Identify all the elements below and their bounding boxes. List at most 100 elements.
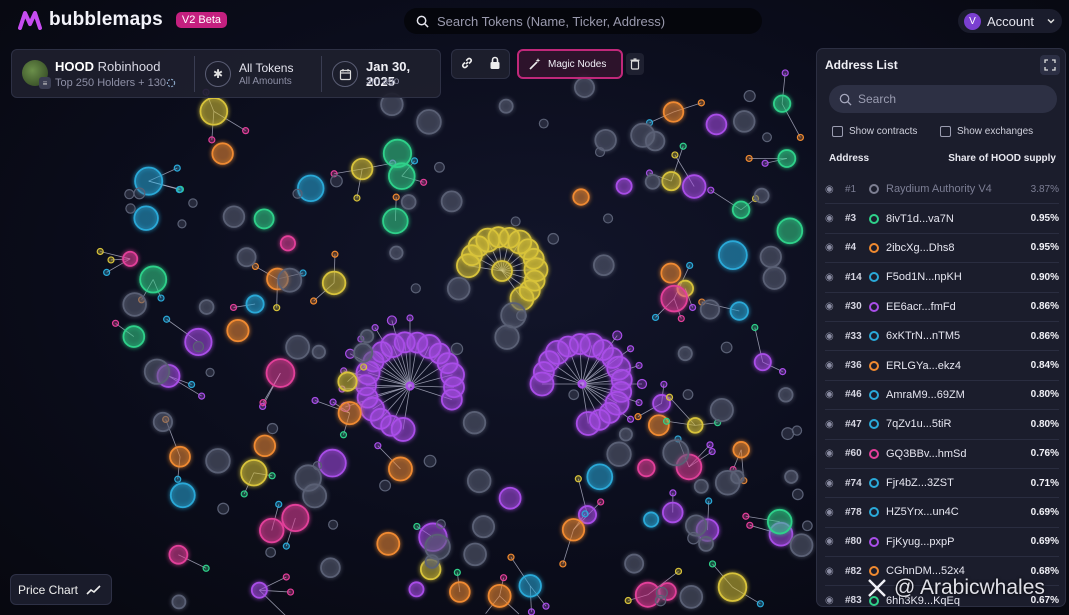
cluster-bubble[interactable] [635,361,643,370]
minor-bubble[interactable] [779,368,787,376]
eye-icon[interactable]: ◉ [825,242,841,253]
unlinked-bubble[interactable] [440,190,463,213]
holder-bubble[interactable] [382,207,409,235]
eye-icon[interactable]: ◉ [825,213,841,224]
unlinked-bubble[interactable] [574,77,595,98]
unlinked-bubble[interactable] [568,389,580,401]
address-row[interactable]: ◉ #33 6xKTrN...nTM5 0.86% [825,322,1059,352]
address-row[interactable]: ◉ #46 AmraM9...69ZM 0.80% [825,381,1059,411]
minor-bubble[interactable] [574,475,582,483]
holder-bubble[interactable] [279,235,296,252]
unlinked-bubble[interactable] [789,533,814,558]
minor-bubble[interactable] [671,151,679,159]
unlinked-bubble[interactable] [593,254,615,276]
holder-bubble[interactable] [265,358,296,388]
cluster-bubble[interactable] [636,378,648,390]
minor-bubble[interactable] [781,69,789,77]
unlinked-bubble[interactable] [379,479,392,492]
unlinked-bubble[interactable] [547,232,560,245]
unlinked-bubble[interactable] [125,203,136,214]
unlinked-bubble[interactable] [494,324,520,350]
holder-bubble[interactable] [388,456,413,482]
link-icon[interactable] [460,56,474,73]
token-filter-button[interactable]: ✱ [205,61,231,87]
eye-icon[interactable]: ◉ [825,595,841,606]
unlinked-bubble[interactable] [266,422,279,435]
minor-bubble[interactable] [413,522,421,531]
minor-bubble[interactable] [410,157,419,165]
holder-bubble[interactable] [253,434,277,458]
minor-bubble[interactable] [706,441,714,449]
minor-bubble[interactable] [453,568,461,576]
holder-bubble[interactable] [662,101,685,123]
holder-bubble[interactable] [281,503,310,532]
cluster-bubble[interactable] [371,324,379,332]
minor-bubble[interactable] [103,268,111,276]
holder-bubble[interactable] [660,262,682,284]
minor-bubble[interactable] [275,500,283,508]
minor-bubble[interactable] [669,489,677,497]
unlinked-bubble[interactable] [472,515,496,539]
holder-bubble[interactable] [240,459,268,487]
unlinked-bubble[interactable] [538,118,549,129]
cluster-bubble[interactable] [626,415,635,423]
minor-bubble[interactable] [420,178,428,186]
unlinked-bubble[interactable] [171,594,187,610]
holder-bubble[interactable] [139,265,168,294]
address-row[interactable]: ◉ #3 8ivT1d...va7N 0.95% [825,204,1059,234]
minor-bubble[interactable] [674,567,683,575]
unlinked-bubble[interactable] [222,205,246,228]
minor-bubble[interactable] [708,447,716,456]
holder-bubble[interactable] [705,113,728,136]
holder-bubble[interactable] [561,518,586,542]
unlinked-bubble[interactable] [292,188,303,199]
unlinked-bubble[interactable] [677,346,693,362]
minor-bubble[interactable] [353,194,361,202]
minor-bubble[interactable] [374,442,382,450]
minor-bubble[interactable] [624,596,632,605]
holder-bubble[interactable] [297,174,325,203]
cluster-bubble[interactable] [440,388,463,411]
minor-bubble[interactable] [559,560,567,568]
unlinked-bubble[interactable] [743,89,756,103]
holder-bubble[interactable] [729,301,749,321]
unlinked-bubble[interactable] [133,187,146,200]
unlinked-bubble[interactable] [699,299,721,320]
address-row[interactable]: ◉ #47 7qZv1u...5tiR 0.80% [825,410,1059,440]
holder-bubble[interactable] [586,463,614,491]
minor-bubble[interactable] [163,315,171,323]
minor-bubble[interactable] [697,99,705,107]
address-row[interactable]: ◉ #30 EE6acr...fmFd 0.86% [825,293,1059,322]
unlinked-bubble[interactable] [606,441,632,467]
minor-bubble[interactable] [392,193,400,201]
minor-bubble[interactable] [188,380,196,389]
expand-panel-button[interactable] [1040,55,1060,75]
unlinked-bubble[interactable] [353,342,374,363]
unlinked-bubble[interactable] [294,464,322,492]
unlinked-bubble[interactable] [410,283,421,294]
unlinked-bubble[interactable] [198,299,215,315]
minor-bubble[interactable] [705,497,713,505]
unlinked-bubble[interactable] [720,341,733,354]
minor-bubble[interactable] [581,510,589,518]
account-button[interactable]: V Account [958,9,1062,33]
unlinked-bubble[interactable] [328,519,339,530]
unlinked-bubble[interactable] [618,427,633,442]
eye-icon[interactable]: ◉ [825,331,841,342]
unlinked-bubble[interactable] [698,536,714,552]
holder-bubble[interactable] [518,574,542,598]
minor-bubble[interactable] [634,413,642,421]
minor-bubble[interactable] [286,588,295,596]
minor-bubble[interactable] [651,313,660,322]
unlinked-bubble[interactable] [446,276,471,301]
address-row[interactable]: ◉ #14 F5od1N...npKH 0.90% [825,263,1059,293]
address-row[interactable]: ◉ #1 Raydium Authority V4 3.87% [825,175,1059,205]
unlinked-bubble[interactable] [205,448,231,474]
minor-bubble[interactable] [761,159,769,167]
unlinked-bubble[interactable] [759,245,782,269]
unlinked-bubble[interactable] [679,585,704,609]
minor-bubble[interactable] [677,314,685,323]
minor-bubble[interactable] [756,600,764,608]
minor-bubble[interactable] [686,261,694,270]
unlinked-bubble[interactable] [500,302,527,329]
